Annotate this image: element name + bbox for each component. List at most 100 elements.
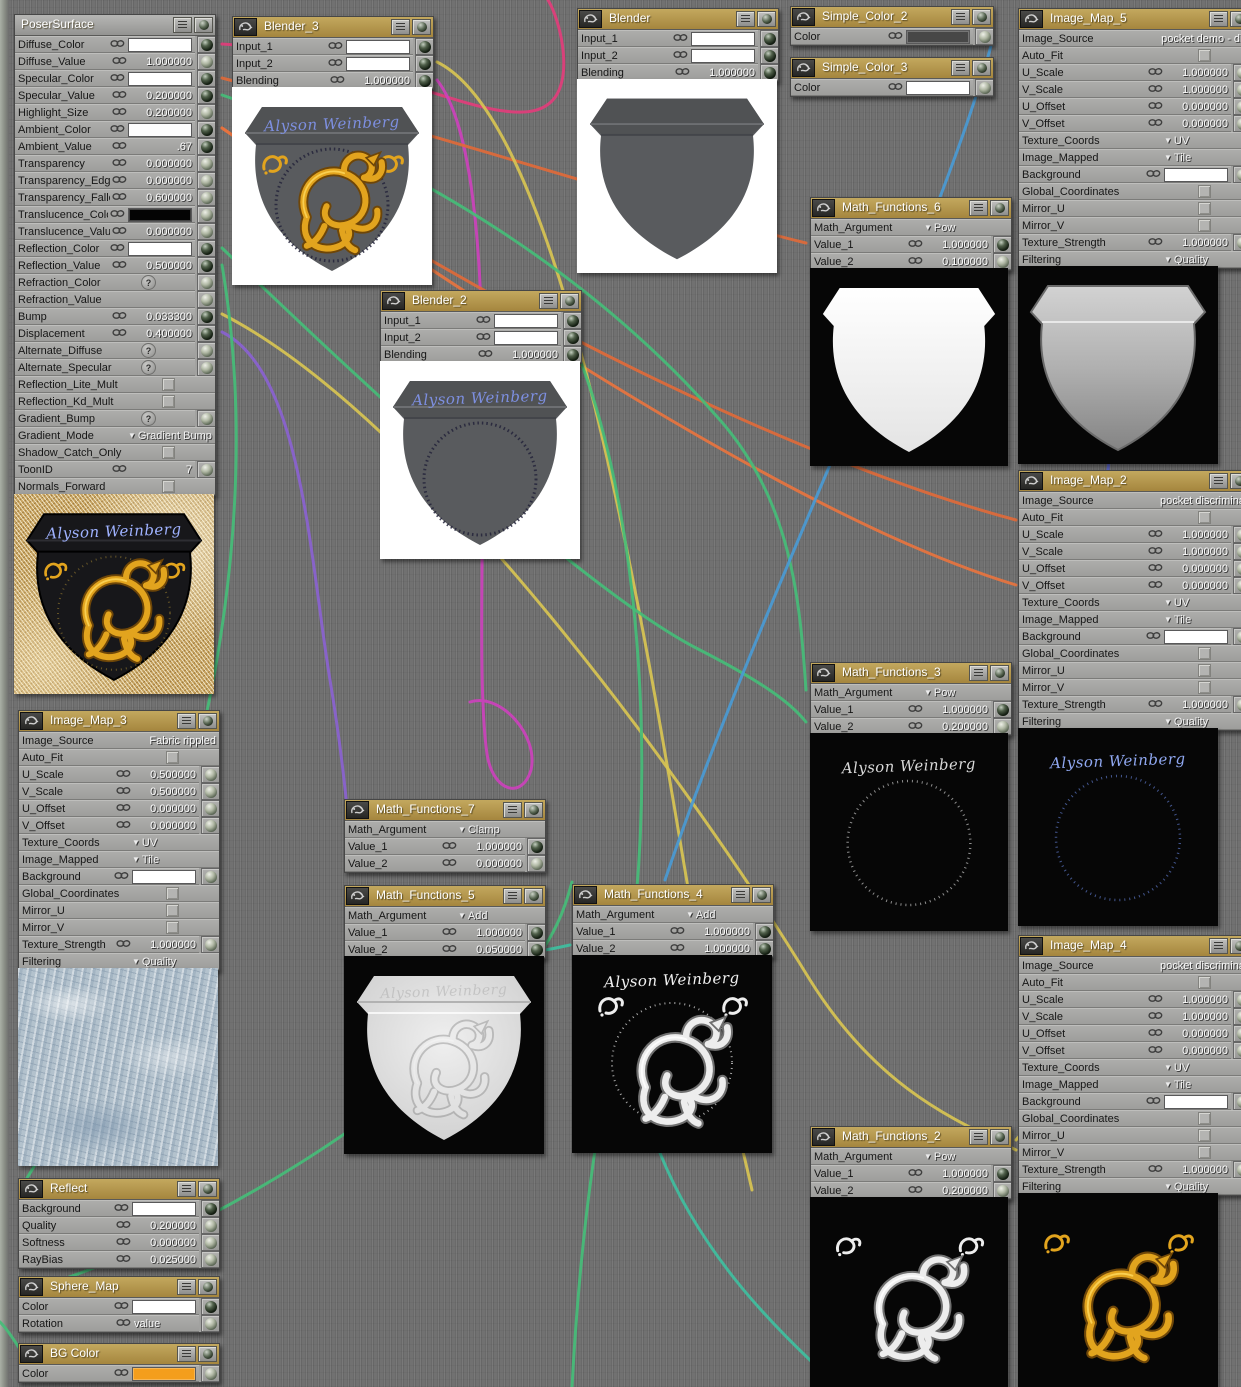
param-value[interactable]: 1.000000 [1166, 1011, 1228, 1023]
link-icon[interactable] [1146, 631, 1161, 643]
connector-knob-cell[interactable] [755, 923, 773, 940]
link-icon[interactable] [1148, 1028, 1163, 1040]
connector-knob-cell[interactable] [197, 257, 215, 274]
connector-knob-cell[interactable] [201, 1315, 219, 1332]
param-value[interactable]: 1.000000 [1166, 546, 1228, 558]
color-swatch[interactable] [128, 207, 192, 222]
connector-knob-cell[interactable] [197, 240, 215, 257]
param-checkbox[interactable] [162, 395, 175, 408]
param-checkbox[interactable] [166, 751, 179, 764]
connector-knob-cell[interactable] [201, 1365, 219, 1382]
link-icon[interactable] [114, 871, 129, 883]
preview-toggle-button[interactable] [198, 1346, 217, 1362]
preview-toggle-button[interactable] [198, 1181, 217, 1197]
connector-knob[interactable] [1236, 579, 1241, 592]
param-dropdown[interactable]: ▼ Quality [1164, 716, 1241, 728]
param-value[interactable]: 1.000000 [1166, 237, 1228, 249]
param-checkbox[interactable] [1198, 976, 1211, 989]
connector-knob-cell[interactable] [1233, 1161, 1241, 1178]
link-icon[interactable] [112, 192, 127, 204]
param-dropdown[interactable]: ▼ UV [1164, 135, 1241, 147]
node-header[interactable]: Blender [578, 9, 778, 30]
connector-knob-cell[interactable] [197, 138, 215, 155]
link-icon[interactable] [1146, 169, 1161, 181]
preview-toggle-button[interactable] [1230, 938, 1241, 954]
connector-knob[interactable] [758, 925, 771, 938]
palette-icon-button[interactable] [20, 1180, 43, 1198]
connector-knob[interactable] [200, 276, 213, 289]
param-dropdown[interactable]: ▼ Quality [1164, 1181, 1241, 1193]
palette-icon-button[interactable] [792, 8, 815, 26]
link-icon[interactable] [1148, 699, 1163, 711]
link-icon[interactable] [476, 332, 491, 344]
color-swatch[interactable] [494, 330, 558, 345]
menu-icon-button[interactable] [1209, 938, 1228, 954]
palette-icon-button[interactable] [346, 801, 369, 819]
link-icon[interactable] [116, 803, 131, 815]
color-swatch[interactable] [346, 56, 410, 71]
connector-knob[interactable] [1236, 1027, 1241, 1040]
connector-knob-cell[interactable] [197, 70, 215, 87]
param-dropdown[interactable]: ▼ Tile [1164, 152, 1241, 164]
param-value[interactable]: 0.500000 [130, 260, 192, 272]
node-header[interactable]: PoserSurface [15, 15, 215, 36]
connector-knob-cell[interactable] [1233, 1042, 1241, 1059]
connector-knob[interactable] [204, 802, 217, 815]
link-icon[interactable] [670, 943, 685, 955]
question-icon[interactable]: ? [141, 275, 156, 290]
param-dropdown[interactable]: ▼ UV [132, 837, 216, 849]
preview-toggle-button[interactable] [560, 293, 579, 309]
node-header[interactable]: Blender_3 [233, 17, 433, 38]
node-header[interactable]: Image_Map_3 [19, 711, 219, 732]
param-value[interactable]: 0.000000 [1166, 1045, 1228, 1057]
param-value[interactable]: 1.000000 [926, 704, 988, 716]
link-icon[interactable] [112, 90, 127, 102]
connector-knob[interactable] [1236, 66, 1241, 79]
connector-knob-cell[interactable] [1233, 628, 1241, 645]
link-icon[interactable] [116, 1237, 131, 1249]
connector-knob[interactable] [530, 840, 543, 853]
connector-knob[interactable] [204, 1253, 217, 1266]
color-swatch[interactable] [906, 80, 970, 95]
link-icon[interactable] [112, 226, 127, 238]
connector-knob-cell[interactable] [201, 1234, 219, 1251]
link-icon[interactable] [1148, 101, 1163, 113]
connector-knob[interactable] [1236, 698, 1241, 711]
param-value[interactable]: 1.000000 [134, 939, 196, 951]
connector-knob[interactable] [204, 870, 217, 883]
param-value[interactable]: 1.000000 [1166, 994, 1228, 1006]
link-icon[interactable] [673, 50, 688, 62]
param-value[interactable]: 0.600000 [130, 192, 192, 204]
param-value[interactable]: 0.000000 [1166, 118, 1228, 130]
param-value[interactable]: pocket discriminat [1160, 495, 1241, 507]
connector-knob-cell[interactable] [197, 223, 215, 240]
node-header[interactable]: Sphere_Map [19, 1277, 219, 1298]
preview-toggle-button[interactable] [194, 17, 213, 33]
connector-knob-cell[interactable] [1233, 98, 1241, 115]
preview-toggle-button[interactable] [412, 19, 431, 35]
connector-knob[interactable] [204, 819, 217, 832]
connector-knob[interactable] [204, 1367, 217, 1380]
palette-icon-button[interactable] [234, 18, 257, 36]
link-icon[interactable] [116, 1254, 131, 1266]
menu-icon-button[interactable] [177, 1279, 196, 1295]
param-checkbox[interactable] [1198, 1146, 1211, 1159]
connector-knob-cell[interactable] [1233, 543, 1241, 560]
connector-knob-cell[interactable] [1233, 526, 1241, 543]
connector-knob-cell[interactable] [975, 28, 993, 45]
param-value[interactable]: Fabric rippled [149, 735, 216, 747]
connector-knob-cell[interactable] [415, 55, 433, 72]
color-swatch[interactable] [132, 869, 196, 884]
palette-icon-button[interactable] [20, 712, 43, 730]
link-icon[interactable] [116, 769, 131, 781]
node-header[interactable]: Math_Functions_2 [811, 1127, 1011, 1148]
node-header[interactable]: Image_Map_5 [1019, 9, 1241, 30]
link-icon[interactable] [1148, 1011, 1163, 1023]
param-dropdown[interactable]: ▼ Tile [132, 854, 216, 866]
param-checkbox[interactable] [162, 446, 175, 459]
connector-knob[interactable] [1236, 630, 1241, 643]
connector-knob[interactable] [200, 361, 213, 374]
param-value[interactable]: value [134, 1318, 196, 1330]
param-value[interactable]: 1.000000 [693, 67, 755, 79]
node-header[interactable]: Simple_Color_2 [791, 7, 993, 28]
